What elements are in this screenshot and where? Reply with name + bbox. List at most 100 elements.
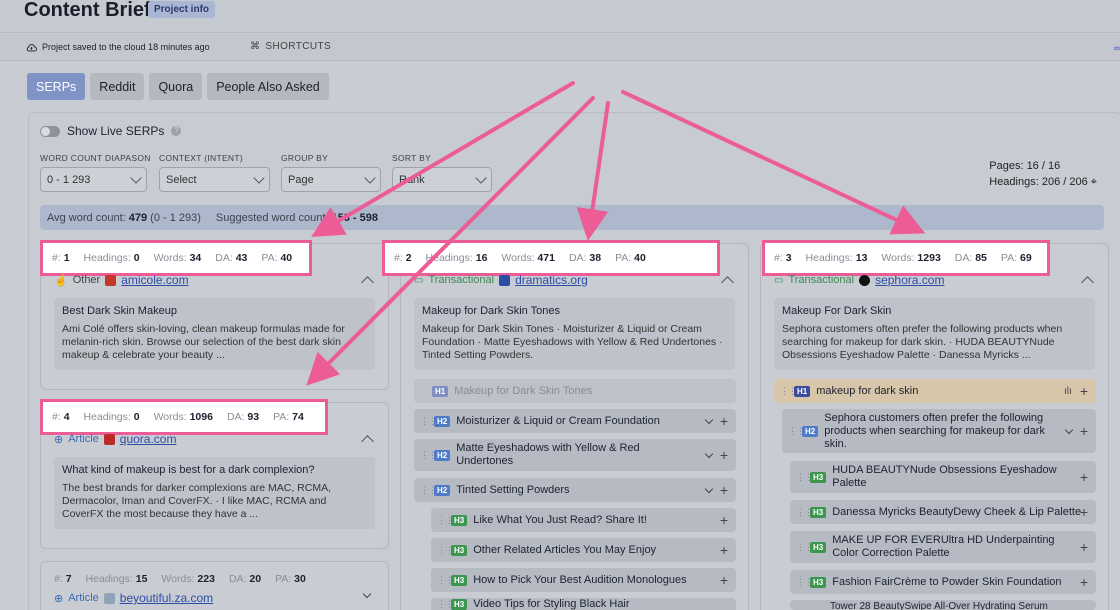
drag-handle-icon[interactable]: ⋮⋮ [437,599,454,610]
drag-handle-icon[interactable]: ⋮⋮ [796,507,813,518]
sort-by-select[interactable]: Rank [392,167,492,192]
intent-label: Transactional [788,274,855,286]
top-bar: Content Brief Project info [0,0,1120,33]
rank-value: 7 [65,573,72,585]
add-icon[interactable]: + [720,512,728,528]
tab-reddit[interactable]: Reddit [90,73,145,100]
result-domain-link[interactable]: quora.com [120,432,177,446]
live-serps-toggle-row: Show Live SERPs ? [40,124,182,138]
result-domain-link[interactable]: dramatics.org [515,273,588,287]
intent-label: Article [68,433,99,445]
heading-row[interactable]: ⋮⋮ H3 Other Related Articles You May Enjoy… [431,538,736,562]
chevron-down-icon [130,171,142,184]
heading-row[interactable]: H1 Makeup for Dark Skin Tones [414,379,736,403]
heading-tag: H3 [810,506,827,518]
result-source: ▭ Transactional dramatics.org [414,273,588,287]
group-by-value: Page [288,173,314,186]
add-icon[interactable]: + [720,572,728,588]
drag-handle-icon[interactable]: ⋮⋮ [420,485,437,496]
avg-word-label: Avg word count: [47,211,126,224]
drag-handle-icon[interactable]: ⋮⋮ [420,416,437,427]
result-source: ⊕ Article quora.com [54,432,176,446]
chevron-down-icon[interactable] [704,484,714,493]
add-icon[interactable]: + [1080,469,1088,485]
da-label: DA: [226,411,245,423]
tab-serps[interactable]: SERPs [27,73,86,100]
result-source: ▭ Transactional sephora.com [774,273,944,287]
project-info-button[interactable]: Project info [148,1,216,18]
group-by-select[interactable]: Page [281,167,381,192]
chevron-down-icon[interactable] [704,415,714,424]
add-icon[interactable]: + [1080,574,1088,590]
heading-row[interactable]: ⋮⋮ H3 Like What You Just Read? Share It! + [431,508,736,532]
drag-handle-icon[interactable]: ⋮⋮ [437,545,454,556]
heading-row[interactable]: ⋮⋮ H3 MAKE UP FOR EVERUltra HD Underpainti… [790,531,1096,563]
num-label: #: [774,252,783,264]
heading-row[interactable]: ⋮⋮ H1 makeup for dark skin ılı + [774,379,1096,403]
heading-row[interactable]: ⋮⋮ H2 Tinted Setting Powders + [414,478,736,502]
result-stats: #: 7 Headings: 15 Words: 223 DA: 20 PA: … [54,573,320,585]
heading-text: Tower 28 BeautySwipe All-Over Hydrating … [830,601,1048,610]
snippet-description: Ami Colé offers skin-loving, clean makeu… [62,323,345,361]
intent-label: Transactional [428,274,495,286]
da-value: 38 [589,252,602,264]
drag-handle-icon[interactable]: ⋮⋮ [796,542,813,553]
drag-handle-icon[interactable]: ⋮⋮ [796,472,813,483]
pa-label: PA: [615,252,632,264]
drag-handle-icon[interactable]: ⋮⋮ [437,575,454,586]
drag-handle-icon[interactable]: ⋮⋮ [796,577,813,588]
heading-row[interactable]: ⋮⋮ H3 Video Tips for Styling Black Hair [431,598,736,610]
tab-people-also-asked[interactable]: People Also Asked [207,73,329,100]
heading-row[interactable]: ⋮⋮ H2 Matte Eyeshadows with Yellow & Red U… [414,439,736,471]
add-icon[interactable]: + [1080,539,1088,555]
num-label: #: [54,573,63,585]
live-serps-toggle[interactable] [40,125,60,137]
result-domain-link[interactable]: amicole.com [121,273,188,287]
rank-value: 3 [785,252,792,264]
bar-chart-icon[interactable]: ılı [1064,386,1072,397]
result-snippet: Best Dark Skin Makeup Ami Colé offers sk… [54,298,375,370]
heading-row[interactable]: ⋮⋮ H3 Fashion FairCrème to Powder Skin Fou… [790,570,1096,594]
heading-row[interactable]: ⋮⋮ H2 Moisturizer & Liquid or Cream Founda… [414,409,736,433]
snippet-description: Sephora customers often prefer the follo… [782,323,1063,361]
words-label: Words: [153,411,187,423]
context-select[interactable]: Select [159,167,270,192]
heading-row[interactable]: ⋮⋮ H3 Danessa Myricks BeautyDewy Cheek & L… [790,500,1096,524]
drag-handle-icon[interactable]: ⋮⋮ [437,515,454,526]
chevron-down-icon[interactable] [704,449,714,458]
words-value: 1293 [917,252,941,264]
tab-quora[interactable]: Quora [149,73,203,100]
help-icon[interactable]: ? [171,126,182,136]
drag-handle-icon[interactable]: ⋮⋮ [420,450,437,461]
add-icon[interactable]: + [1080,504,1088,520]
da-value: 85 [975,252,987,264]
da-label: DA: [954,252,973,264]
chevron-down-icon [253,171,265,184]
link-icon[interactable]: ∞ [1114,43,1120,53]
add-icon[interactable]: + [720,447,728,463]
heading-row[interactable]: ⋮⋮ H3 HUDA BEAUTYNude Obsessions Eyeshadow… [790,461,1096,493]
heading-row[interactable]: ⋮⋮ H3 How to Pick Your Best Audition Monol… [431,568,736,592]
heading-tag: H2 [434,484,451,496]
add-icon[interactable]: + [720,542,728,558]
drag-handle-icon[interactable]: ⋮⋮ [788,426,805,437]
num-label: #: [52,411,61,423]
heading-row[interactable]: ⋮⋮ H2 Sephora customers often prefer the f… [782,409,1096,453]
shortcuts-button[interactable]: ⌘ SHORTCUTS [250,41,331,52]
add-icon[interactable]: + [1080,383,1088,399]
words-value: 223 [197,573,215,585]
result-stats-highlight: #: 4 Headings: 0 Words: 1096 DA: 93 PA: … [40,399,328,435]
add-icon[interactable]: + [720,413,728,429]
heading-row[interactable]: Tower 28 BeautySwipe All-Over Hydrating … [790,600,1096,610]
article-icon: ⊕ [54,433,64,446]
chevron-down-icon[interactable] [1064,425,1074,434]
add-icon[interactable]: + [1080,423,1088,439]
add-icon[interactable]: + [720,482,728,498]
drag-handle-icon[interactable]: ⋮⋮ [780,386,797,397]
result-domain-link[interactable]: beyoutiful.za.com [120,591,213,605]
pin-icon[interactable]: ⌖ [1091,176,1097,188]
word-count-select[interactable]: 0 - 1 293 [40,167,147,192]
shortcuts-label: SHORTCUTS [265,41,332,52]
result-domain-link[interactable]: sephora.com [875,273,944,287]
heading-tag: H3 [451,514,468,526]
